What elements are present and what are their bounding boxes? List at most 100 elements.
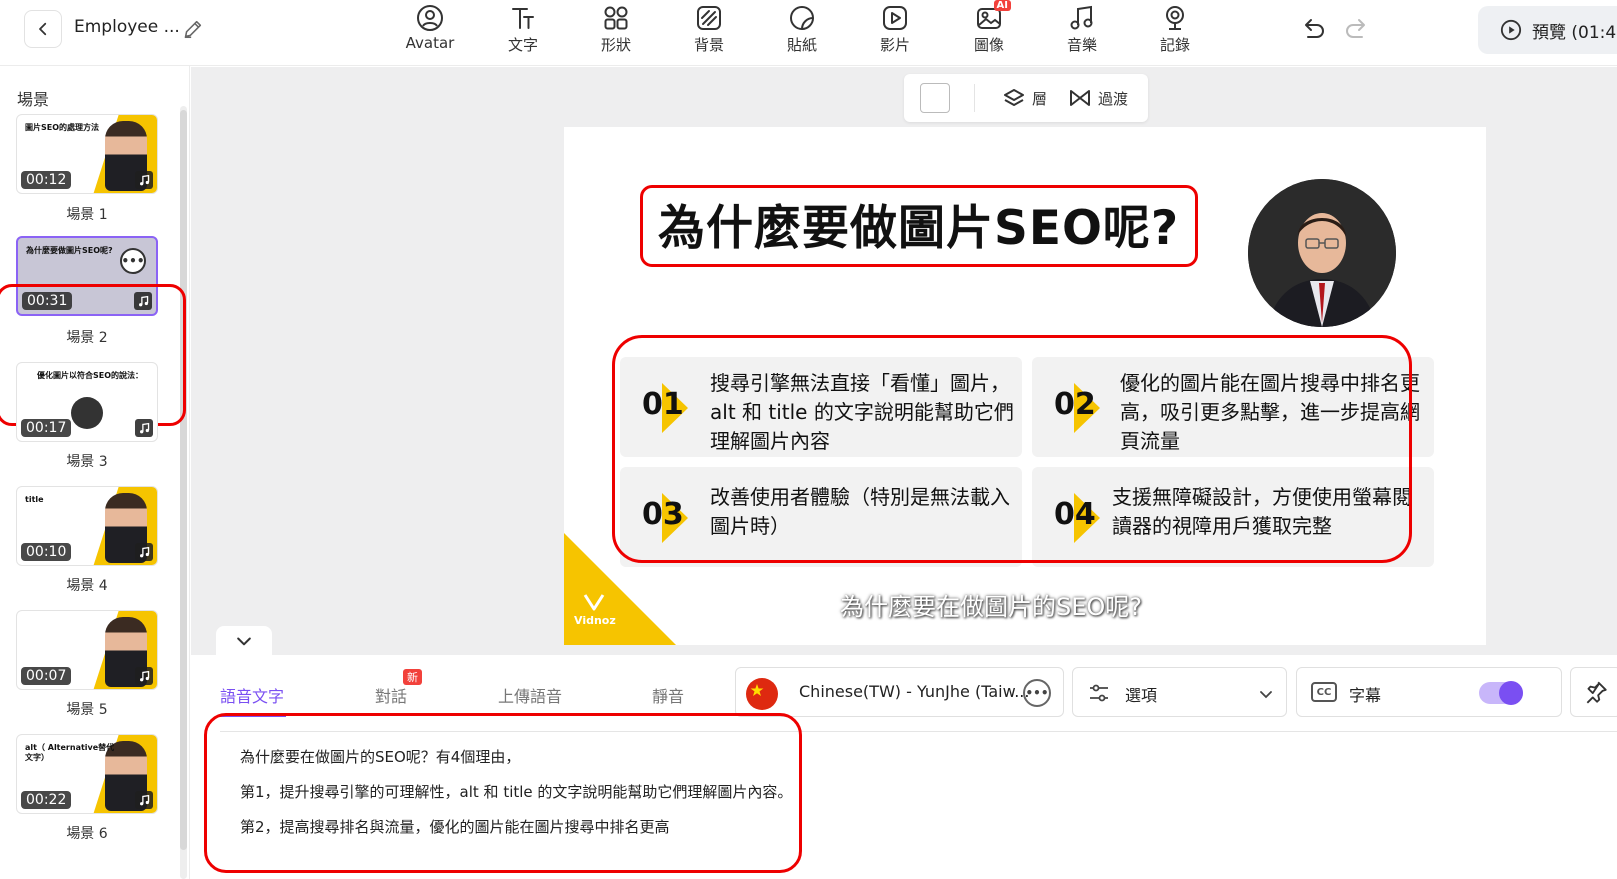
tool-label: 影片 [879,36,910,54]
more-options-icon[interactable]: ••• [120,248,146,274]
scene-label: 場景 4 [66,578,108,594]
annotation-box-cards [612,335,1412,563]
presenter-avatar[interactable] [1248,179,1396,327]
sticker-icon [790,6,814,30]
scene-duration: 00:17 [21,419,72,437]
text-icon [512,8,534,29]
scene-thumbnail-4[interactable]: title 00:10 [16,486,158,566]
scene-thumbnail-5[interactable]: 00:07 [16,610,158,690]
tool-avatar[interactable]: Avatar [398,2,462,58]
layer-label: 層 [1032,89,1048,108]
music-note-icon[interactable] [135,791,153,809]
scene-duration: 00:07 [21,667,72,685]
card-number: 01 [642,387,684,422]
script-panel: 語音文字 對話 新 上傳語音 靜音 Chinese(TW) - YunJhe (… [200,655,1617,879]
caption-control: CC 字幕 [1296,667,1562,717]
transition-icon [1070,90,1090,106]
music-note-icon[interactable] [135,419,153,437]
layer-button[interactable]: 層 [1002,86,1047,110]
tool-background[interactable]: 背景 [677,2,741,58]
card-number: 02 [1054,387,1096,422]
avatar-icon [417,5,443,31]
tool-label: 貼紙 [786,36,817,54]
chevron-down-icon [237,637,251,646]
thumb-title: 圖片SEO的處理方法 [25,123,100,132]
card-number: 04 [1054,497,1096,532]
closed-caption-icon: CC [1311,682,1337,702]
caption-toggle[interactable] [1479,681,1523,705]
scene-label: 場景 5 [66,702,108,718]
slide-subtitle[interactable]: 為什麼要在做圖片的SEO呢? [840,587,1142,622]
preview-button[interactable]: 預覽 (01:4 [1478,6,1617,54]
scene-thumbnail-1[interactable]: 圖片SEO的處理方法 00:12 [16,114,158,194]
tab-mute[interactable]: 靜音 [652,683,684,707]
options-dropdown[interactable]: 選項 [1072,667,1287,717]
tool-record[interactable]: 記錄 [1143,2,1207,58]
pencil-icon[interactable] [182,18,204,40]
scene-scrollbar-thumb[interactable] [180,110,187,850]
tool-music[interactable]: 音樂 [1050,2,1114,58]
scene-label: 場景 3 [66,454,108,470]
voice-selector[interactable]: Chinese(TW) - YunJhe (Taiw... ••• [735,667,1064,717]
tab-voice-text[interactable]: 語音文字 [220,683,284,707]
slide-canvas[interactable]: 為什麼要做圖片SEO呢? 01 搜尋引擎無法直接「看懂」圖片，alt 和 tit… [564,127,1486,645]
play-circle-icon [1500,19,1522,41]
undo-icon[interactable] [1298,16,1326,44]
voice-name: Chinese(TW) - YunJhe (Taiw... [799,682,1030,701]
tool-label: Avatar [405,34,455,52]
project-title[interactable]: Employee ... [74,17,180,37]
annotation-box-script [204,713,802,873]
redo-icon[interactable] [1344,16,1372,44]
thumb-title: title [25,495,44,504]
tool-text[interactable]: 文字 [491,2,555,58]
annotation-box-title [640,185,1198,267]
music-icon [1070,5,1093,30]
china-flag-icon [746,678,778,710]
scene-panel-heading: 場景 [17,90,50,109]
music-note-icon[interactable] [135,171,153,189]
tool-image[interactable]: AI 圖像 [957,0,1021,58]
tool-video[interactable]: 影片 [863,2,927,58]
layers-icon [1004,89,1024,106]
video-icon [883,6,907,30]
tab-dialogue[interactable]: 對話 [375,683,407,707]
element-context-toolbar: 層 過渡 [904,74,1148,122]
collapse-panel-button[interactable] [216,626,272,656]
tab-upload-voice[interactable]: 上傳語音 [498,683,562,707]
tool-shapes[interactable]: 形狀 [584,2,648,58]
thumb-title: 為什麼要做圖片SEO呢? [26,246,113,255]
tool-label: 記錄 [1159,36,1190,54]
options-label: 選項 [1125,686,1158,705]
chevron-down-icon [1260,691,1272,699]
back-button[interactable] [24,10,62,48]
sliders-icon [1090,684,1108,702]
color-swatch[interactable] [920,83,950,113]
music-note-icon[interactable] [135,543,153,561]
thumb-avatar [71,397,103,429]
scene-panel: 場景 圖片SEO的處理方法 00:12 場景 1 為什麼要做圖片SEO呢? ••… [0,66,190,879]
tool-sticker[interactable]: 貼紙 [770,2,834,58]
top-toolbar: Employee ... Avatar 文字 形狀 背景 貼紙 影片 AI 圖像… [0,0,1617,66]
chevron-left-icon [39,22,47,36]
voice-more-icon[interactable]: ••• [1023,679,1051,707]
scene-duration: 00:22 [21,791,72,809]
scene-duration: 00:12 [21,171,72,189]
ai-badge: AI [993,0,1011,11]
thumb-title: alt（ Alternative替代文字） [25,743,115,762]
new-badge: 新 [403,669,422,685]
card-number: 03 [642,497,684,532]
preview-label: 預覽 (01:4 [1532,22,1617,43]
music-note-icon[interactable] [135,667,153,685]
tool-label: 圖像 [973,36,1004,54]
scene-thumbnail-6[interactable]: alt（ Alternative替代文字） 00:22 [16,734,158,814]
thumb-title: 優化圖片以符合SEO的說法： [36,371,144,380]
tool-label: 形狀 [600,36,631,54]
record-icon [1166,6,1184,30]
tool-label: 文字 [507,36,538,54]
scene-thumbnail-3[interactable]: 優化圖片以符合SEO的說法： 00:17 [16,362,158,442]
transition-label: 過渡 [1098,89,1129,108]
toolbar-divider [974,84,975,112]
transition-button[interactable]: 過渡 [1068,86,1128,110]
shapes-icon [604,6,628,30]
pin-button[interactable] [1570,667,1617,717]
